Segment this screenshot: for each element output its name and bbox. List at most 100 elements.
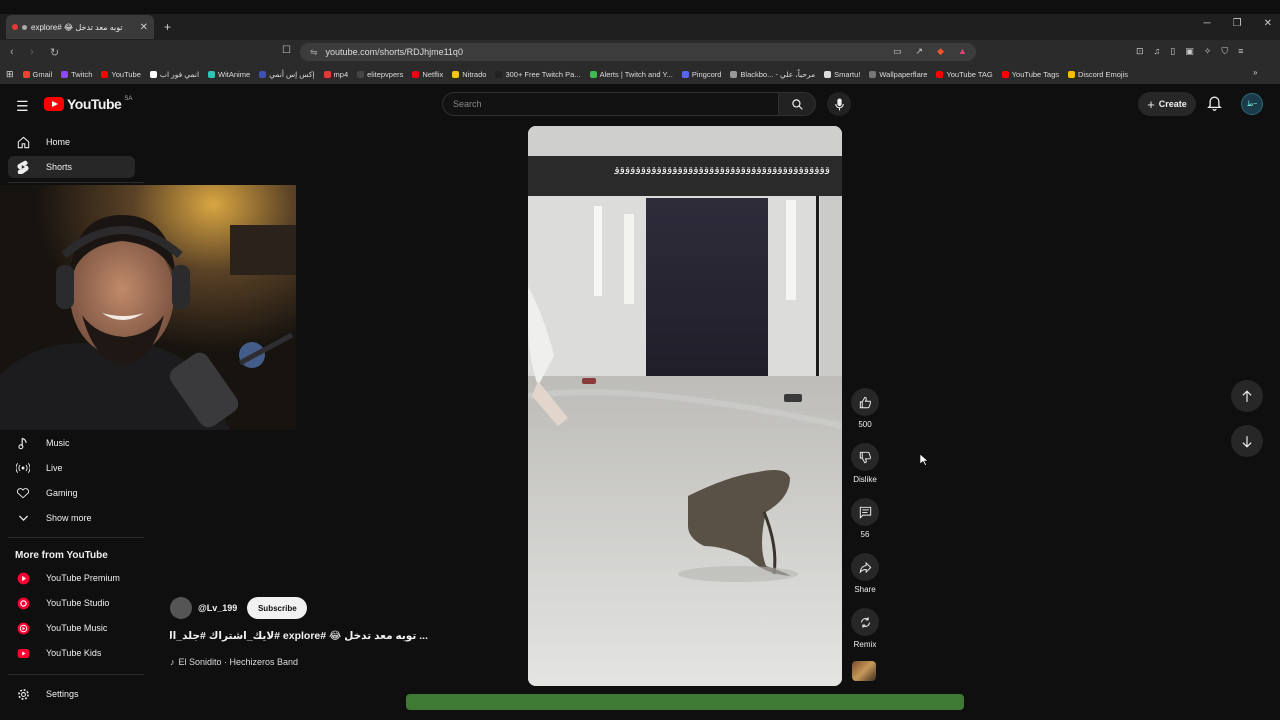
share-page-icon[interactable]: ↗ <box>916 46 924 57</box>
url-field[interactable]: ⇋ youtube.com/shorts/RDJhjme11q0 <box>300 43 976 61</box>
sidebar-item-youtube-kids[interactable]: YouTube Kids <box>8 642 135 664</box>
thumbs-up-icon[interactable] <box>851 388 879 416</box>
brave-rewards-icon[interactable]: ▲ <box>958 46 967 57</box>
reload-icon[interactable]: ↻ <box>50 46 60 59</box>
menu-hamburger-icon[interactable]: ☰ <box>16 98 29 115</box>
leo-icon[interactable]: ✧ <box>1204 46 1212 57</box>
bookmark-item[interactable]: elitepvpers <box>357 70 403 79</box>
vpn-icon[interactable]: ⛉ <box>1221 46 1228 57</box>
comment-count: 56 <box>860 530 870 539</box>
more-bookmarks-icon[interactable]: » <box>1253 68 1257 77</box>
create-button[interactable]: + Create <box>1138 92 1196 116</box>
channel-name[interactable]: @Lv_199 <box>198 603 237 613</box>
bookmark-item[interactable]: Nitrado <box>452 70 486 79</box>
bookmark-item[interactable]: انمي فور اب <box>149 70 199 79</box>
sidebar-item-show-more[interactable]: Show more <box>8 507 135 529</box>
apps-grid-icon[interactable]: ⊞ <box>6 69 14 80</box>
short-title[interactable]: ... توبه معد تدخل 😂 #explore #لايك_اشترا… <box>170 630 428 642</box>
minimize-icon[interactable]: ─ <box>1204 18 1211 29</box>
brave-shield-icon[interactable]: ◆ <box>937 46 944 57</box>
sidebar-divider <box>8 182 144 183</box>
remix-icon[interactable] <box>851 608 879 636</box>
bookmark-item[interactable]: Discord Emojis <box>1068 70 1128 79</box>
bookmark-item[interactable]: Wallpaperflare <box>869 70 927 79</box>
bookmark-item[interactable]: Alerts | Twitch and Y... <box>589 70 673 79</box>
microphone-icon <box>834 98 844 110</box>
sidebar-item-youtube-studio[interactable]: YouTube Studio <box>8 592 135 614</box>
wallet-icon[interactable]: ▣ <box>1185 46 1194 57</box>
account-avatar[interactable]: ط~ <box>1241 93 1263 115</box>
channel-avatar[interactable] <box>170 597 192 619</box>
browser-tab[interactable]: explore# 😂 توبه معد تدخل ✕ <box>6 15 154 39</box>
voice-search-button[interactable] <box>827 92 851 116</box>
comment-icon[interactable] <box>851 498 879 526</box>
search-input[interactable]: Search <box>442 92 779 116</box>
bookmark-favicon-icon <box>412 70 420 78</box>
bookmark-item[interactable]: Twitch <box>61 70 92 79</box>
sidebar-item-home[interactable]: Home <box>8 131 135 153</box>
bookmark-item[interactable]: Netflix <box>412 70 443 79</box>
like-action[interactable]: 500 <box>848 388 882 429</box>
sidebar-item-shorts[interactable]: Shorts <box>8 156 135 178</box>
sidebar-item-music[interactable]: Music <box>8 432 135 454</box>
share-icon[interactable] <box>851 553 879 581</box>
sidebar-item-gaming[interactable]: Gaming <box>8 482 135 504</box>
media-icon[interactable]: ♫ <box>1154 46 1161 57</box>
bookmark-item[interactable]: 300+ Free Twitch Pa... <box>495 70 581 79</box>
maximize-icon[interactable]: ❐ <box>1233 18 1242 29</box>
comments-action[interactable]: 56 <box>848 498 882 539</box>
new-tab-icon[interactable]: + <box>164 20 171 34</box>
sidebar-toggle-icon[interactable]: ▯ <box>1170 46 1175 57</box>
bookmark-item[interactable]: YouTube <box>101 70 141 79</box>
bookmark-item[interactable]: WitAnime <box>208 70 250 79</box>
forward-icon[interactable]: › <box>30 46 40 58</box>
bookmark-label: Nitrado <box>462 69 487 79</box>
bookmark-item[interactable]: إكس إس أنمي <box>259 70 315 79</box>
back-icon[interactable]: ‹ <box>10 46 20 58</box>
share-action[interactable]: Share <box>848 553 882 594</box>
bookmark-label: Gmail <box>32 69 53 79</box>
window-close-icon[interactable]: ✕ <box>1264 18 1272 29</box>
subscribe-button[interactable]: Subscribe <box>247 597 308 619</box>
dislike-action[interactable]: Dislike <box>848 443 882 484</box>
close-tab-icon[interactable]: ✕ <box>140 22 148 33</box>
bookmark-icon[interactable]: ☐ <box>282 45 291 56</box>
bookmark-favicon-icon <box>589 70 597 78</box>
short-song[interactable]: ♪ El Sonidito · Hechizeros Band <box>170 657 298 667</box>
plus-icon: + <box>1147 96 1155 112</box>
notifications-bell-icon[interactable] <box>1207 95 1222 111</box>
sidebar-item-settings[interactable]: Settings <box>8 683 135 705</box>
next-short-preview[interactable] <box>406 694 964 710</box>
bookmark-item[interactable]: Pingcord <box>681 70 721 79</box>
bookmark-item[interactable]: Smartu! <box>824 70 860 79</box>
youtube-logo[interactable]: YouTube SA <box>44 96 132 112</box>
search-button[interactable] <box>778 92 816 116</box>
sidebar-item-youtube-premium[interactable]: YouTube Premium <box>8 567 135 589</box>
gaming-icon <box>16 487 30 499</box>
menu-icon[interactable]: ≡ <box>1238 46 1243 57</box>
sidebar-item-live[interactable]: Live <box>8 457 135 479</box>
bookmark-favicon-icon <box>208 70 216 78</box>
short-video-player[interactable]: ﻗﻗﻗﻗﻗﻗﻗﻗﻗﻗﻗﻗﻗﻗﻗﻗﻗﻗﻗﻗﻗﻗﻗﻗﻗﻗﻗﻗﻗﻗﻗﻗﻗﻗﻗﻗﻗﻗﻗﻗ… <box>528 126 842 686</box>
extension-icon[interactable]: ⊡ <box>1136 46 1144 57</box>
remix-action[interactable]: Remix <box>848 608 882 649</box>
bookmark-item[interactable]: YouTube Tags <box>1001 70 1059 79</box>
thumbs-down-icon[interactable] <box>851 443 879 471</box>
screen-top-strip <box>0 0 1280 14</box>
sidebar-item-label: Settings <box>46 689 79 699</box>
site-info-icon[interactable]: ⇋ <box>310 47 318 58</box>
previous-short-button[interactable] <box>1231 380 1263 412</box>
live-icon <box>16 462 30 474</box>
next-short-button[interactable] <box>1231 425 1263 457</box>
bookmark-item[interactable]: Blackbo... - مرحباً، علي <box>730 70 815 79</box>
cast-icon[interactable]: ▭ <box>893 46 902 57</box>
bookmark-item[interactable]: Gmail <box>22 69 53 79</box>
sidebar-item-youtube-music[interactable]: YouTube Music <box>8 617 135 639</box>
search-placeholder: Search <box>453 99 482 109</box>
streamer-webcam-overlay <box>0 185 296 430</box>
bookmark-item[interactable]: YouTube TAG <box>936 70 993 79</box>
music-note-icon <box>16 437 30 450</box>
bookmark-item[interactable]: mp4 <box>323 70 348 79</box>
sidebar-item-label: Home <box>46 137 71 147</box>
sound-thumbnail[interactable] <box>852 661 876 681</box>
